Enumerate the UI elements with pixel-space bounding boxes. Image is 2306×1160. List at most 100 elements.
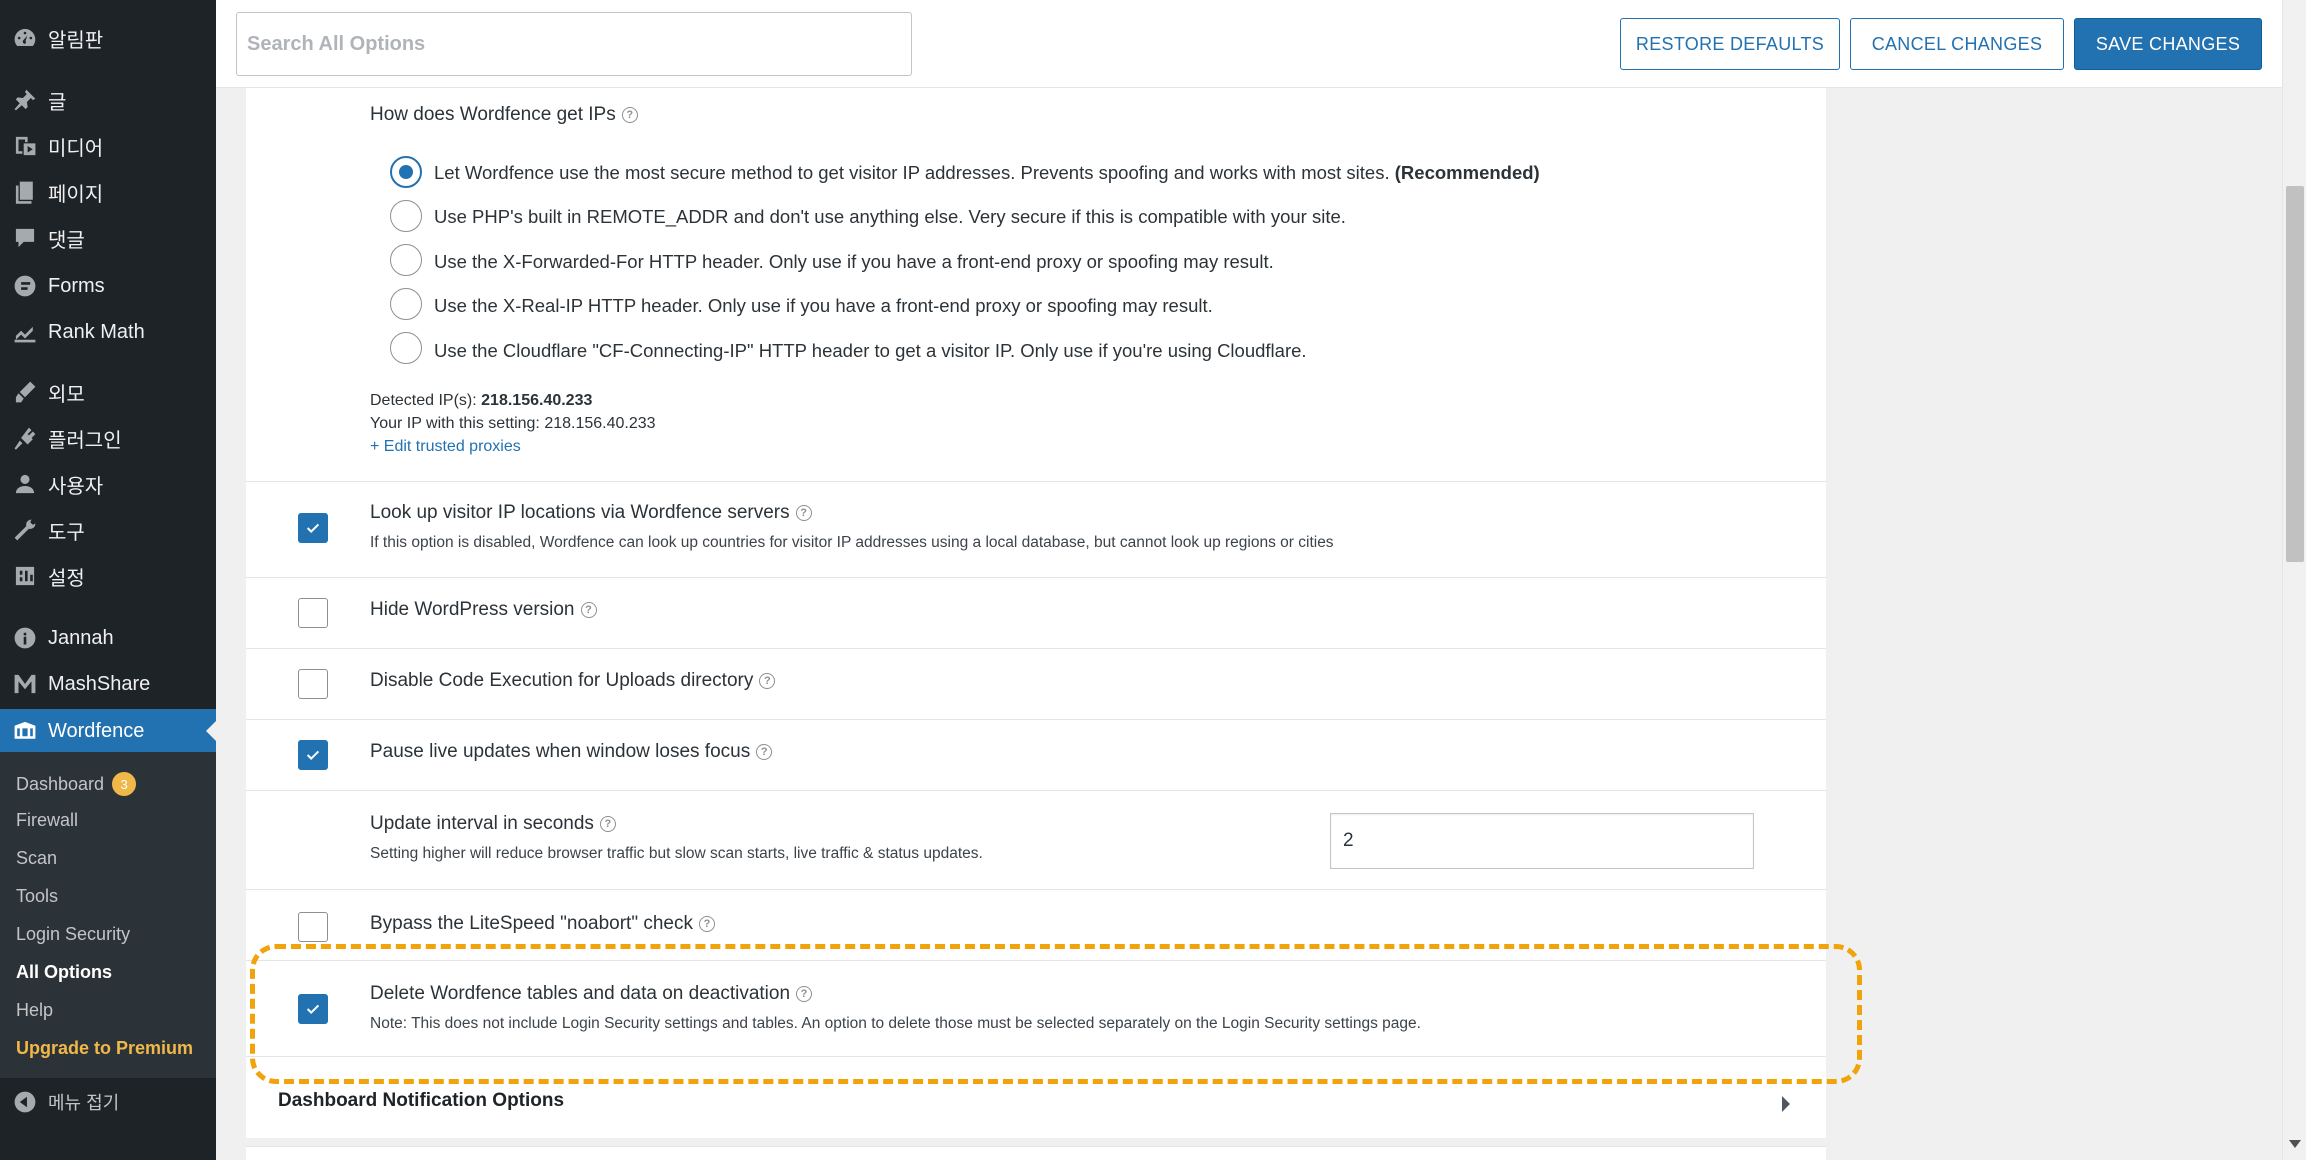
sidebar-item-posts[interactable]: 글 <box>0 78 216 122</box>
option-label: Look up visitor IP locations via Wordfen… <box>370 502 812 524</box>
sidebar-item-dashboard[interactable]: 알림판 <box>0 16 216 60</box>
submenu-tools[interactable]: Tools <box>16 886 58 907</box>
edit-trusted-proxies-link[interactable]: + Edit trusted proxies <box>370 438 521 456</box>
sidebar-item-appearance[interactable]: 외모 <box>0 370 216 414</box>
checkmark-icon <box>306 750 320 761</box>
divider <box>246 481 1826 482</box>
ip-method-radio-remote-addr[interactable] <box>390 200 422 232</box>
divider <box>246 889 1826 890</box>
submenu-login-security[interactable]: Login Security <box>16 924 130 945</box>
sidebar-item-label: 도구 <box>48 521 85 544</box>
sidebar-item-media[interactable]: 미디어 <box>0 124 216 168</box>
save-changes-button[interactable]: SAVE CHANGES <box>2074 18 2262 70</box>
update-interval-input[interactable] <box>1330 813 1754 869</box>
ip-method-radio-x-real-ip[interactable] <box>390 288 422 320</box>
divider <box>246 648 1826 649</box>
ip-method-option-label[interactable]: Use the Cloudflare "CF-Connecting-IP" HT… <box>434 340 1307 362</box>
help-icon[interactable]: ? <box>759 673 776 689</box>
sidebar-item-label: 글 <box>48 91 67 114</box>
mashshare-icon <box>11 670 39 698</box>
sidebar-item-label: 사용자 <box>48 475 104 498</box>
divider <box>246 1056 1826 1057</box>
ip-method-option-label[interactable]: Use PHP's built in REMOTE_ADDR and don't… <box>434 206 1346 228</box>
sidebar-item-label: Rank Math <box>48 320 145 343</box>
sidebar-item-label: 페이지 <box>48 183 104 206</box>
wordfence-submenu: Dashboard 3 Firewall Scan Tools Login Se… <box>0 752 216 1078</box>
help-icon[interactable]: ? <box>796 986 813 1002</box>
submenu-upgrade-premium[interactable]: Upgrade to Premium <box>16 1038 193 1059</box>
sidebar-item-label: Forms <box>48 274 105 297</box>
help-icon[interactable]: ? <box>621 107 638 123</box>
option-label: Disable Code Execution for Uploads direc… <box>370 670 776 692</box>
sidebar-item-tools[interactable]: 도구 <box>0 508 216 552</box>
sidebar-item-comments[interactable]: 댓글 <box>0 216 216 260</box>
divider <box>246 960 1826 961</box>
sidebar-item-rank-math[interactable]: Rank Math <box>0 310 216 354</box>
help-icon[interactable]: ? <box>580 602 597 618</box>
option-label: Hide WordPress version? <box>370 599 597 621</box>
dashboard-notification-options-header[interactable]: Dashboard Notification Options <box>278 1090 564 1112</box>
sidebar-item-settings[interactable]: 설정 <box>0 554 216 598</box>
sidebar-item-jannah[interactable]: Jannah <box>0 616 216 660</box>
sidebar-item-plugins[interactable]: 플러그인 <box>0 416 216 460</box>
option-label: Pause live updates when window loses foc… <box>370 741 773 763</box>
options-panel: How does Wordfence get IPs? Let Wordfenc… <box>246 88 1826 1138</box>
checkmark-icon <box>306 1004 320 1015</box>
submenu-help[interactable]: Help <box>16 1000 53 1021</box>
sidebar-item-pages[interactable]: 페이지 <box>0 170 216 214</box>
page-scrollbar[interactable] <box>2282 0 2306 1160</box>
chevron-right-icon[interactable] <box>1782 1096 1790 1112</box>
help-icon[interactable]: ? <box>756 744 773 760</box>
pages-icon <box>11 178 39 206</box>
restore-defaults-button[interactable]: RESTORE DEFAULTS <box>1620 18 1840 70</box>
ip-method-option-label[interactable]: Use the X-Forwarded-For HTTP header. Onl… <box>434 251 1274 273</box>
pause-live-updates-checkbox[interactable] <box>298 740 328 770</box>
detected-ip: Detected IP(s): 218.156.40.233 <box>370 392 593 409</box>
scroll-down-arrow-icon[interactable] <box>2289 1140 2301 1148</box>
next-section-panel <box>246 1146 1826 1160</box>
submenu-scan[interactable]: Scan <box>16 848 57 869</box>
search-options-input[interactable] <box>236 12 912 76</box>
ip-method-title: How does Wordfence get IPs? <box>370 104 638 126</box>
collapse-menu-label: 메뉴 접기 <box>48 1093 120 1113</box>
plugins-icon <box>11 424 39 452</box>
sidebar-item-label: 외모 <box>48 383 85 406</box>
forms-icon <box>11 272 39 300</box>
scrollbar-thumb[interactable] <box>2286 186 2304 562</box>
comments-icon <box>11 224 39 252</box>
sidebar-item-label: 설정 <box>48 567 85 590</box>
submenu-all-options[interactable]: All Options <box>16 962 112 983</box>
sidebar-item-forms[interactable]: Forms <box>0 264 216 308</box>
sidebar-item-users[interactable]: 사용자 <box>0 462 216 506</box>
option-description: Setting higher will reduce browser traff… <box>370 845 983 862</box>
your-ip-setting: Your IP with this setting: 218.156.40.23… <box>370 415 656 432</box>
collapse-menu-button[interactable]: 메뉴 접기 <box>0 1080 216 1124</box>
ip-method-radio-secure[interactable] <box>390 156 422 188</box>
help-icon[interactable]: ? <box>599 816 616 832</box>
sidebar-item-mashshare[interactable]: MashShare <box>0 662 216 706</box>
cancel-changes-button[interactable]: CANCEL CHANGES <box>1850 18 2064 70</box>
delete-tables-on-deactivation-checkbox[interactable] <box>298 994 328 1024</box>
dashboard-icon <box>11 24 39 52</box>
bypass-litespeed-checkbox[interactable] <box>298 912 328 942</box>
help-icon[interactable]: ? <box>795 505 812 521</box>
lookup-ip-locations-checkbox[interactable] <box>298 513 328 543</box>
option-description: If this option is disabled, Wordfence ca… <box>370 534 1334 551</box>
ip-method-radio-cloudflare[interactable] <box>390 332 422 364</box>
admin-sidebar: 알림판 글 미디어 페이지 댓글 Forms Rank Math 외모 플러그인… <box>0 0 216 1160</box>
ip-method-option-label[interactable]: Use the X-Real-IP HTTP header. Only use … <box>434 295 1213 317</box>
divider <box>246 719 1826 720</box>
ip-method-radio-x-forwarded-for[interactable] <box>390 244 422 276</box>
sidebar-item-wordfence[interactable]: Wordfence <box>0 709 216 753</box>
option-label: Update interval in seconds? <box>370 813 616 835</box>
submenu-firewall[interactable]: Firewall <box>16 810 78 831</box>
disable-code-execution-checkbox[interactable] <box>298 669 328 699</box>
sidebar-item-label: 댓글 <box>48 229 85 252</box>
help-icon[interactable]: ? <box>698 916 715 932</box>
jannah-icon <box>11 624 39 652</box>
submenu-dashboard[interactable]: Dashboard 3 <box>16 772 137 796</box>
collapse-arrow-icon <box>11 1088 39 1116</box>
ip-method-option-label[interactable]: Let Wordfence use the most secure method… <box>434 162 1540 184</box>
hide-wp-version-checkbox[interactable] <box>298 598 328 628</box>
tools-icon <box>11 516 39 544</box>
